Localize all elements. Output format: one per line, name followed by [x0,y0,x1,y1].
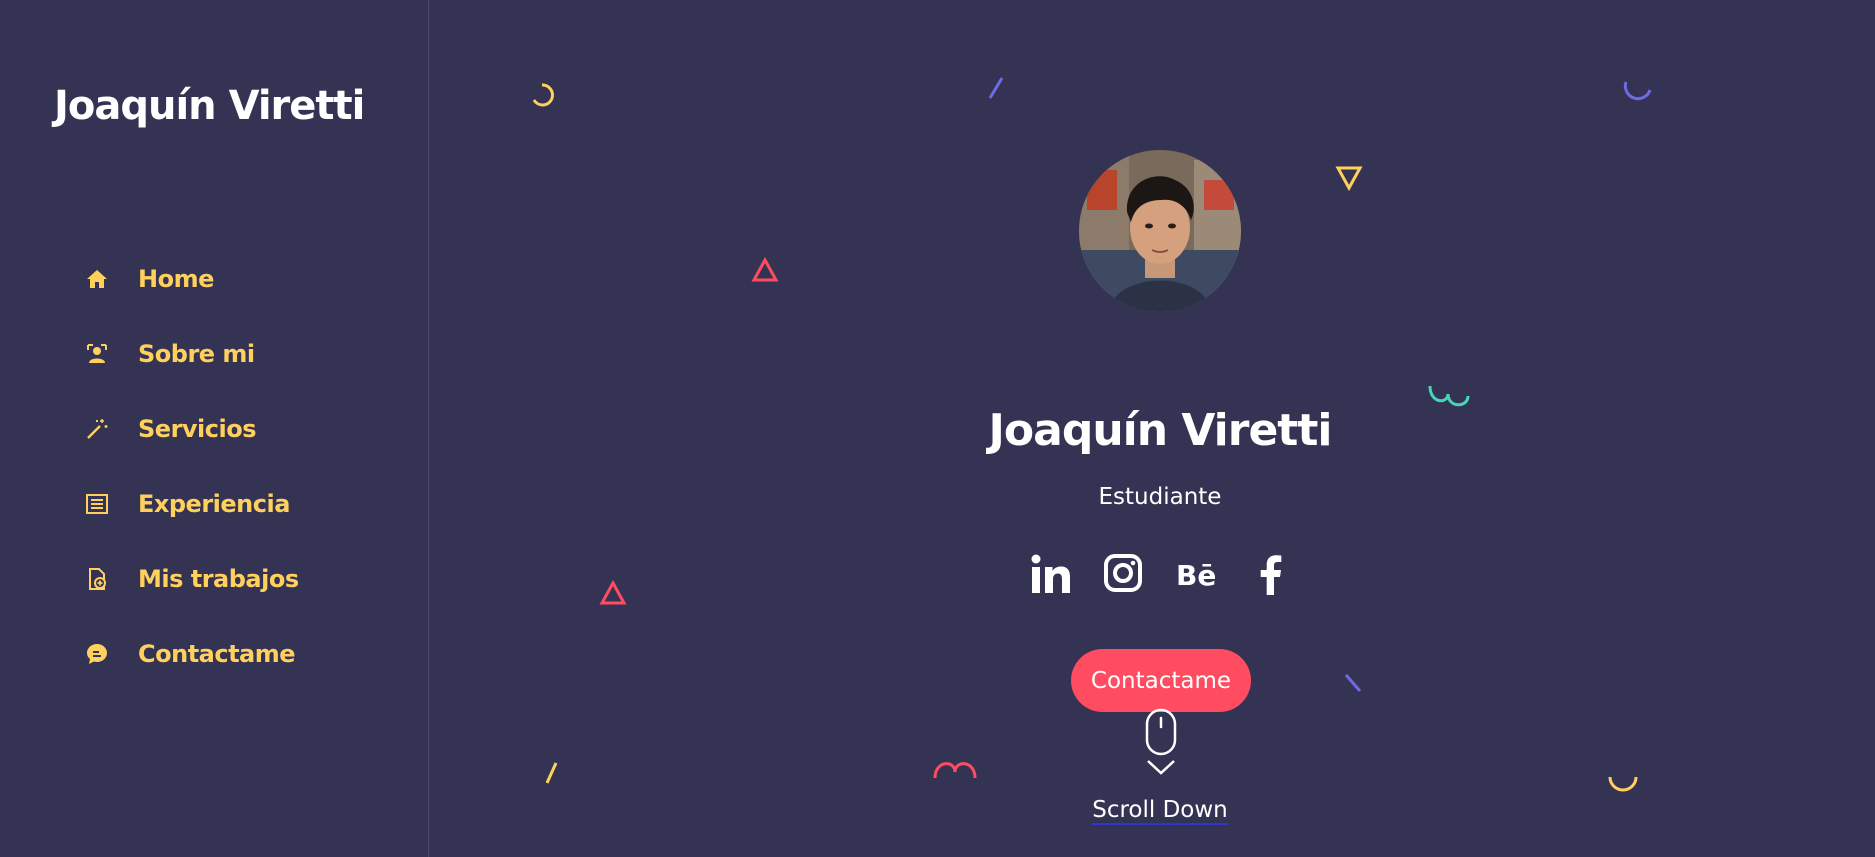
brand-name[interactable]: Joaquín Viretti [54,83,365,129]
avatar [1079,150,1241,312]
squiggle-shape [933,762,977,779]
scroll-down-label[interactable]: Scroll Down [1092,797,1228,825]
sidebar-item-contactame[interactable]: Contactame [84,616,299,691]
user-icon [84,341,110,367]
sidebar-item-label: Mis trabajos [138,564,299,593]
facebook-icon[interactable] [1256,553,1286,600]
file-add-icon [84,566,110,592]
sidebar-item-label: Sobre mi [138,339,255,368]
linkedin-icon[interactable] [1029,553,1073,600]
sidebar-item-home[interactable]: Home [84,241,299,316]
hero-name: Joaquín Viretti [988,405,1333,456]
svg-text:Bē: Bē [1176,559,1216,589]
home-icon [84,266,110,292]
line-shape [545,762,558,784]
sidebar-item-sobre-mi[interactable]: Sobre mi [84,316,299,391]
contact-button[interactable]: Contactame [1071,649,1251,712]
hero-role: Estudiante [1098,484,1222,510]
chevron-down-icon [1147,760,1175,775]
line-shape [988,77,1004,99]
triangle-shape [599,580,627,605]
triangle-shape [1335,166,1363,191]
semicircle-shape [1623,81,1652,101]
semicircle-shape [1608,776,1638,792]
semicircle-shape [532,83,554,107]
sidebar-item-label: Contactame [138,639,296,668]
behance-icon[interactable]: Bē [1176,559,1218,594]
sidebar-item-mis-trabajos[interactable]: Mis trabajos [84,541,299,616]
instagram-icon[interactable] [1103,553,1143,598]
scroll-down-link[interactable]: Scroll Down [0,797,1875,825]
triangle-shape [751,257,779,282]
sidebar-nav: Home Sobre mi Servicios Experiencia Mis … [84,241,299,691]
sidebar-item-label: Home [138,264,214,293]
line-shape [1344,674,1362,692]
chat-icon [84,641,110,667]
